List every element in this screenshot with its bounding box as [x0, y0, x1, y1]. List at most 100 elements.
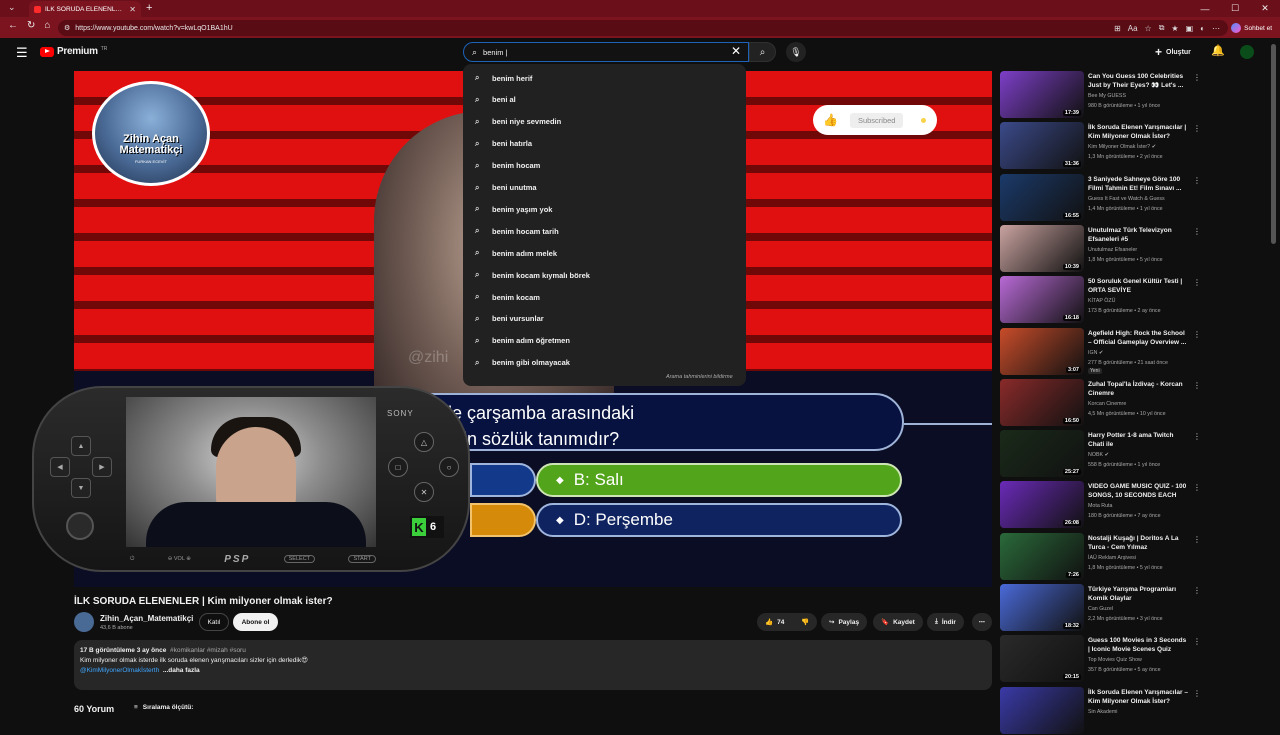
recommendation-item[interactable]: 16:18 50 Soruluk Genel Kültür Testi | ORT… — [1000, 276, 1268, 324]
dislike-button[interactable]: 👎 — [793, 613, 817, 631]
create-button[interactable]: + Oluştur — [1155, 45, 1191, 59]
browser-tab-active[interactable]: İLK SORUDA ELENENLER | Kim mil ✕ — [29, 1, 141, 17]
like-button[interactable]: 👍 74 — [757, 613, 793, 631]
hamburger-menu-icon[interactable]: ☰ — [16, 45, 28, 61]
new-tab-icon[interactable]: + — [146, 2, 152, 14]
more-vert-icon[interactable]: ⋮ — [1193, 637, 1201, 646]
recommendation-title[interactable]: 50 Soruluk Genel Kültür Testi | ORTA SEV… — [1088, 277, 1188, 295]
search-input[interactable]: ⌕ benim | — [463, 42, 749, 62]
favorites-icon[interactable]: ★ — [1171, 24, 1178, 33]
recommendation-channel[interactable]: Can Guzel — [1088, 605, 1198, 613]
video-thumbnail[interactable]: 16:50 — [1000, 378, 1084, 426]
video-thumbnail[interactable]: 20:15 — [1000, 635, 1084, 683]
more-vert-icon[interactable]: ⋮ — [1193, 278, 1201, 287]
recommendation-item[interactable]: İlk Soruda Elenen Yarışmacılar – Kim Mil… — [1000, 686, 1268, 735]
reload-icon[interactable]: ↻ — [27, 20, 35, 31]
recommendation-channel[interactable]: Kim Milyoner Olmak İster? ✔ — [1088, 143, 1198, 151]
suggestion-item[interactable]: ⌕ benim hocam tarih — [463, 220, 746, 242]
extension-icon[interactable]: ⧉ — [1159, 23, 1165, 33]
sort-by-button[interactable]: ≡ Sıralama ölçütü: — [134, 704, 193, 711]
recommendation-item[interactable]: 10:39 Unutulmaz Türk Televizyon Efsaneler… — [1000, 224, 1268, 273]
recommendation-title[interactable]: Nostalji Kuşağı | Doritos A La Turca - C… — [1088, 534, 1188, 552]
reader-icon[interactable]: Aa — [1128, 24, 1138, 33]
more-vert-icon[interactable]: ⋮ — [1193, 535, 1201, 544]
recommendation-item[interactable]: 20:15 Guess 100 Movies in 3 Seconds | Ico… — [1000, 635, 1268, 683]
recommendation-title[interactable]: Can You Guess 100 Celebrities Just by Th… — [1088, 72, 1188, 90]
video-thumbnail[interactable] — [1000, 686, 1084, 734]
channel-name[interactable]: Zihin_Açan_Matematikçi — [100, 614, 193, 623]
recommendation-item[interactable]: 25:27 Harry Potter 1-8 ama Twitch Chati i… — [1000, 430, 1268, 478]
more-vert-icon[interactable]: ⋮ — [1193, 176, 1201, 185]
more-vert-icon[interactable]: ⋮ — [1193, 124, 1201, 133]
recommendation-title[interactable]: Unutulmaz Türk Televizyon Efsaneleri #5 — [1088, 226, 1188, 244]
tab-close-icon[interactable]: ✕ — [129, 5, 136, 14]
suggestion-item[interactable]: ⌕ benim adım melek — [463, 242, 746, 264]
suggestion-item[interactable]: ⌕ benim herif — [463, 67, 746, 89]
recommendation-channel[interactable]: KİTAP ÖZÜ — [1088, 297, 1198, 305]
site-info-icon[interactable]: ⚙ — [64, 24, 70, 32]
suggestion-item[interactable]: ⌕ beni al — [463, 89, 746, 111]
recommendation-title[interactable]: İlk Soruda Elenen Yarışmacılar – Kim Mil… — [1088, 688, 1188, 706]
copilot-chat-button[interactable]: Sohbet et — [1231, 20, 1272, 36]
recommendation-channel[interactable]: Mota Ruta — [1088, 502, 1198, 510]
more-vert-icon[interactable]: ⋮ — [1193, 689, 1201, 698]
search-clear-icon[interactable]: ✕ — [731, 44, 741, 58]
video-thumbnail[interactable]: 18:32 — [1000, 584, 1084, 631]
window-close-icon[interactable]: ✕ — [1250, 0, 1280, 17]
recommendation-title[interactable]: Guess 100 Movies in 3 Seconds | Iconic M… — [1088, 636, 1188, 654]
more-vert-icon[interactable]: ⋮ — [1193, 330, 1201, 339]
video-thumbnail[interactable]: 7:26 — [1000, 532, 1084, 580]
maximize-icon[interactable]: ☐ — [1220, 0, 1250, 17]
collections-icon[interactable]: ▣ — [1186, 24, 1194, 33]
subscribe-button[interactable]: Abone ol — [233, 613, 278, 631]
video-thumbnail[interactable]: 10:39 — [1000, 224, 1084, 272]
report-predictions-link[interactable]: Arama tahminlerini bildirme — [666, 374, 733, 380]
more-actions-button[interactable]: ⋯ — [972, 613, 992, 631]
suggestion-item[interactable]: ⌕ benim gibi olmayacak — [463, 352, 746, 374]
recommendation-title[interactable]: Zuhal Topal'la İzdivaç - Korcan Cinemre — [1088, 380, 1188, 398]
recommendation-title[interactable]: İlk Soruda Elenen Yarışmacılar | Kim Mil… — [1088, 123, 1188, 141]
recommendation-channel[interactable]: Unutulmaz Efsaneler — [1088, 246, 1198, 254]
description-box[interactable]: 17 B görüntüleme 3 ay önce #komikanlar #… — [74, 640, 992, 690]
more-vert-icon[interactable]: ⋮ — [1193, 432, 1201, 441]
description-link[interactable]: @KimMilyonerOlmakİsterth — [80, 667, 159, 674]
video-thumbnail[interactable]: 25:27 — [1000, 430, 1084, 478]
minimize-icon[interactable]: — — [1190, 0, 1220, 17]
search-button[interactable]: ⌕ — [749, 42, 776, 62]
suggestion-item[interactable]: ⌕ benim yaşım yok — [463, 198, 746, 220]
more-vert-icon[interactable]: ⋮ — [1193, 586, 1201, 595]
suggestion-item[interactable]: ⌕ beni niye sevmedin — [463, 111, 746, 133]
suggestion-item[interactable]: ⌕ benim hocam — [463, 155, 746, 177]
url-bar[interactable]: ⚙ https://www.youtube.com/watch?v=kwLqO1… — [58, 20, 1228, 36]
recommendation-item[interactable]: 31:36 İlk Soruda Elenen Yarışmacılar | Ki… — [1000, 122, 1268, 170]
recommendation-channel[interactable]: Sin Akademi — [1088, 708, 1198, 716]
recommendation-channel[interactable]: NOBK ✔ — [1088, 451, 1198, 459]
back-icon[interactable]: ← — [8, 20, 18, 31]
download-button[interactable]: ⤓ İndir — [927, 613, 964, 631]
suggestion-item[interactable]: ⌕ beni vursunlar — [463, 308, 746, 330]
recommendation-item[interactable]: 18:32 Türkiye Yarışma Programları Komik O… — [1000, 584, 1268, 632]
recommendation-channel[interactable]: Guess It Fast ve Watch & Guess — [1088, 195, 1198, 203]
video-thumbnail[interactable]: 3:07 — [1000, 327, 1084, 375]
account-avatar[interactable] — [1240, 45, 1254, 59]
show-more-link[interactable]: ...daha fazla — [163, 667, 200, 674]
suggestion-item[interactable]: ⌕ benim kocam kıymalı börek — [463, 264, 746, 286]
recommendation-item[interactable]: 3:07 Agefield High: Rock the School – Off… — [1000, 327, 1268, 376]
more-vert-icon[interactable]: ⋮ — [1193, 73, 1201, 82]
recommendation-title[interactable]: Türkiye Yarışma Programları Komik Olayla… — [1088, 585, 1188, 603]
recommendation-channel[interactable]: İAÜ Reklam Arşivesi — [1088, 554, 1198, 562]
recommendation-channel[interactable]: Top Movies Quiz Show — [1088, 656, 1198, 664]
tab-list-icon[interactable]: ⌄ — [8, 2, 16, 13]
recommendation-title[interactable]: Agefield High: Rock the School – Officia… — [1088, 329, 1188, 347]
notifications-bell-icon[interactable]: 🔔 — [1211, 44, 1225, 57]
recommendation-channel[interactable]: Bee My GUESS — [1088, 92, 1198, 100]
recommendation-item[interactable]: 26:08 VIDEO GAME MUSIC QUIZ - 100 SONGS, … — [1000, 481, 1268, 529]
recommendation-title[interactable]: Harry Potter 1-8 ama Twitch Chati ile — [1088, 431, 1188, 449]
recommendation-title[interactable]: VIDEO GAME MUSIC QUIZ - 100 SONGS, 10 SE… — [1088, 482, 1188, 500]
recommendation-title[interactable]: 3 Saniyede Sahneye Göre 100 Filmi Tahmin… — [1088, 175, 1188, 193]
video-thumbnail[interactable]: 26:08 — [1000, 481, 1084, 529]
youtube-premium-logo[interactable]: Premium TR — [40, 46, 107, 57]
favorite-star-icon[interactable]: ☆ — [1145, 24, 1152, 33]
recommendation-item[interactable]: 16:50 Zuhal Topal'la İzdivaç - Korcan Cin… — [1000, 378, 1268, 427]
suggestion-item[interactable]: ⌕ beni unutma — [463, 177, 746, 199]
